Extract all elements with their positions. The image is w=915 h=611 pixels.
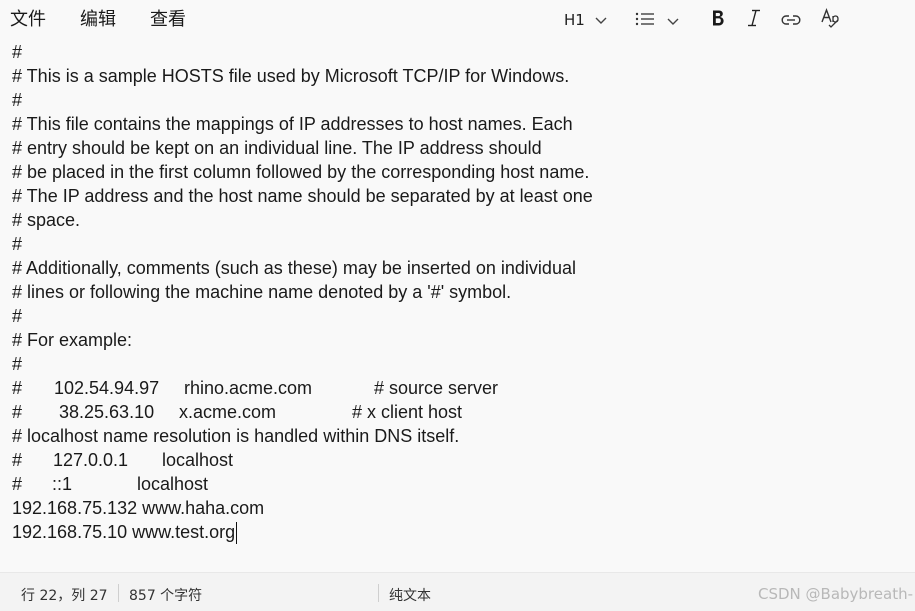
editor-line: # bbox=[12, 42, 23, 62]
chevron-down-icon bbox=[667, 11, 679, 30]
comment-hash: # bbox=[12, 450, 23, 470]
bold-button[interactable] bbox=[711, 5, 725, 35]
editor-line: # The IP address and the host name shoul… bbox=[12, 186, 593, 206]
example-comment: # source server bbox=[374, 378, 499, 398]
editor-line: # be placed in the first column followed… bbox=[12, 162, 590, 182]
chevron-down-icon bbox=[595, 11, 607, 29]
heading-dropdown[interactable]: H1 bbox=[564, 5, 607, 35]
spellcheck-button[interactable] bbox=[821, 5, 841, 35]
hosts-entry-text: 192.168.75.10 www.test.org bbox=[12, 522, 236, 542]
menu-bar: 文件 编辑 查看 bbox=[0, 0, 186, 40]
editor-line: # This file contains the mappings of IP … bbox=[12, 114, 573, 134]
menu-toolbar-bar: 文件 编辑 查看 H1 bbox=[0, 0, 915, 41]
editor-line-example-1: # 102.54.94.97 rhino.acme.com # source s… bbox=[12, 376, 612, 400]
editor-line: # bbox=[12, 306, 23, 326]
example-ip: 38.25.63.10 bbox=[59, 402, 155, 422]
cursor-position: 行 22，列 27 bbox=[21, 588, 108, 604]
localhost-host: localhost bbox=[162, 450, 234, 470]
editor-line: # space. bbox=[12, 210, 81, 230]
editor-line: # localhost name resolution is handled w… bbox=[12, 426, 460, 446]
editor-line: # bbox=[12, 354, 23, 374]
italic-button[interactable] bbox=[747, 5, 761, 35]
editor-line: # entry should be kept on an individual … bbox=[12, 138, 542, 158]
comment-hash: # bbox=[12, 402, 23, 422]
format-toolbar: H1 bbox=[564, 0, 841, 40]
menu-view[interactable]: 查看 bbox=[150, 0, 186, 40]
example-ip: 102.54.94.97 bbox=[54, 378, 160, 398]
editor-line: # bbox=[12, 90, 23, 110]
localhost-host: localhost bbox=[137, 474, 209, 494]
editor-line: # bbox=[12, 234, 23, 254]
bulleted-list-icon bbox=[635, 11, 655, 30]
text-format[interactable]: 纯文本 bbox=[389, 585, 431, 605]
localhost-ip: 127.0.0.1 bbox=[53, 450, 129, 470]
editor-line: # For example: bbox=[12, 330, 133, 350]
status-bar: 行 22，列 27 857 个字符 纯文本 CSDN @Babybreath- bbox=[0, 572, 915, 611]
watermark: CSDN @Babybreath- bbox=[758, 585, 913, 603]
editor-line-example-2: # 38.25.63.10 x.acme.com # x client host bbox=[12, 400, 612, 424]
status-divider bbox=[118, 584, 119, 602]
spellcheck-icon bbox=[821, 8, 841, 32]
comment-hash: # bbox=[12, 378, 23, 398]
editor-line-localhost-1: # 127.0.0.1 localhost bbox=[12, 448, 612, 472]
menu-file[interactable]: 文件 bbox=[10, 0, 46, 40]
localhost-ip: ::1 bbox=[52, 474, 73, 494]
menu-edit[interactable]: 编辑 bbox=[80, 0, 116, 40]
editor-line: # This is a sample HOSTS file used by Mi… bbox=[12, 66, 570, 86]
example-host: x.acme.com bbox=[179, 402, 277, 422]
editor-line-localhost-2: # ::1 localhost bbox=[12, 472, 612, 496]
heading-label: H1 bbox=[564, 11, 585, 29]
list-dropdown[interactable] bbox=[635, 5, 679, 35]
text-editor[interactable]: # # This is a sample HOSTS file used by … bbox=[0, 40, 915, 572]
editor-line: # lines or following the machine name de… bbox=[12, 282, 512, 302]
link-icon bbox=[781, 11, 801, 30]
notepad-window: 文件 编辑 查看 H1 # # This is a sample HOSTS f… bbox=[0, 0, 915, 611]
character-count: 857 个字符 bbox=[129, 588, 203, 604]
italic-icon bbox=[747, 9, 761, 31]
comment-hash: # bbox=[12, 474, 23, 494]
editor-line: # Additionally, comments (such as these)… bbox=[12, 258, 576, 278]
example-host: rhino.acme.com bbox=[184, 378, 313, 398]
text-caret bbox=[236, 522, 238, 545]
bold-icon bbox=[711, 9, 725, 31]
status-divider bbox=[378, 584, 379, 602]
link-button[interactable] bbox=[781, 5, 801, 35]
hosts-entry: 192.168.75.132 www.haha.com bbox=[12, 498, 265, 518]
hosts-entry-current: 192.168.75.10 www.test.org bbox=[12, 520, 238, 545]
example-comment: # x client host bbox=[352, 402, 463, 422]
